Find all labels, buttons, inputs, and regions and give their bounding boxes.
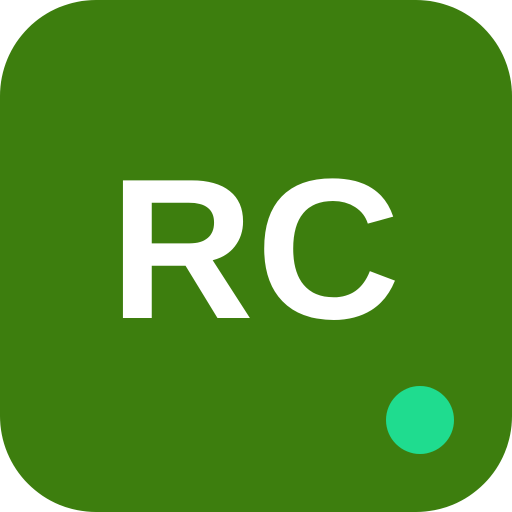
avatar[interactable]: RC — [0, 0, 512, 512]
online-status-dot-icon — [386, 386, 454, 454]
